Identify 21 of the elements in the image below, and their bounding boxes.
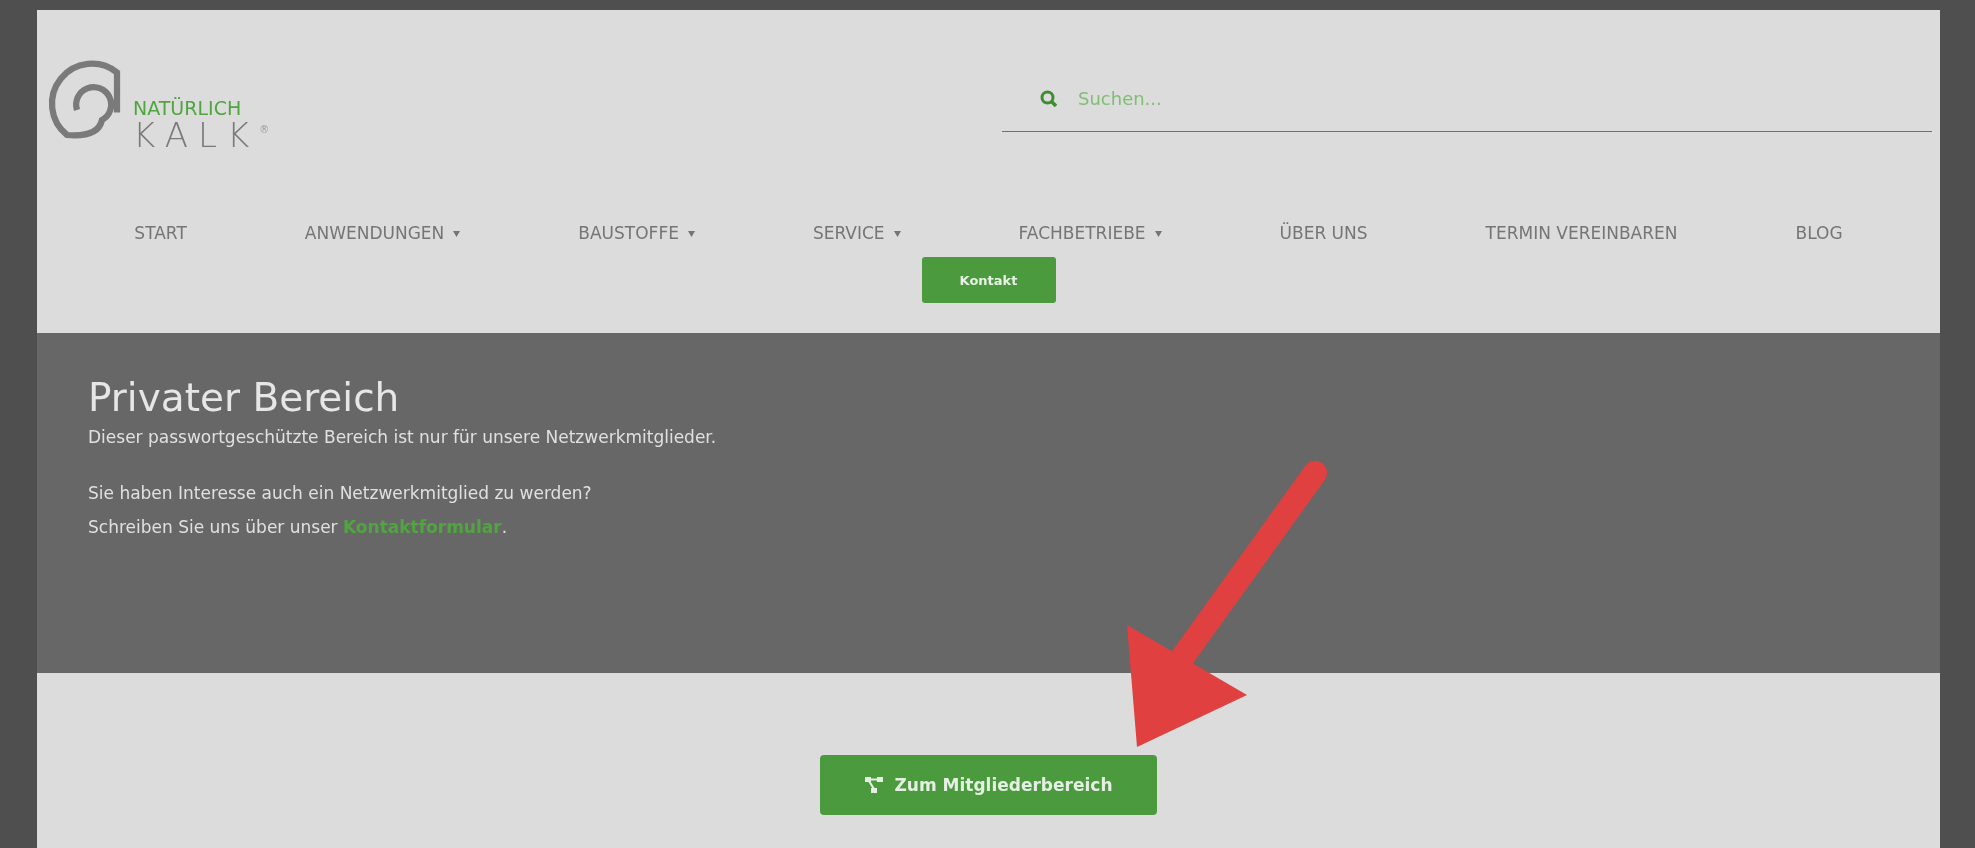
contact-form-link[interactable]: Kontaktformular <box>343 517 502 537</box>
nav-link[interactable]: TERMIN VEREINBAREN <box>1426 218 1737 248</box>
registered-mark: ® <box>259 124 270 135</box>
contact-button[interactable]: Kontakt <box>921 257 1056 303</box>
nav-link[interactable]: BAUSTOFFE <box>519 218 754 248</box>
nav-link[interactable]: ANWENDUNGEN <box>245 218 520 248</box>
logo-tagline: NATÜRLICH <box>133 99 243 118</box>
question-text: Sie haben Interesse auch ein Netzwerkmitglied zu werden? <box>88 482 593 505</box>
page-title: Privater Bereich <box>88 375 401 420</box>
nav-link[interactable]: ÜBER UNS <box>1220 218 1427 248</box>
nav-link[interactable]: FACHBETRIEBE <box>959 218 1221 248</box>
nav-link[interactable]: START <box>75 218 246 248</box>
logo-name: KALK <box>133 118 260 152</box>
member-area-button[interactable]: Zum Mitgliederbereich <box>820 755 1157 815</box>
sitemap-icon <box>864 777 883 793</box>
search-icon <box>1040 89 1058 108</box>
contact-text: Schreiben Sie uns über unser Kontaktformular. <box>88 516 509 539</box>
intro-text: Dieser passwortgeschützte Bereich ist nur für unsere Netzwerkmitglieder. <box>88 426 718 449</box>
search-field[interactable]: Suchen... <box>1076 87 1680 110</box>
nav-link[interactable]: SERVICE <box>753 218 960 248</box>
nav-link[interactable]: BLOG <box>1736 218 1902 248</box>
